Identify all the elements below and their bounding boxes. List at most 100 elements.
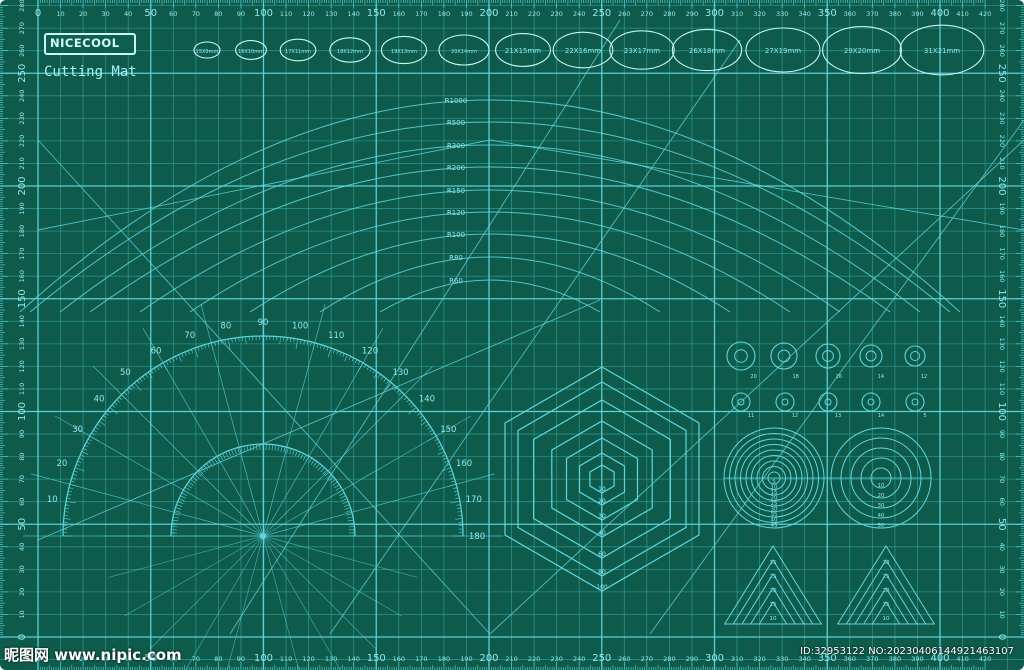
protractor-label: 80 (220, 321, 231, 331)
scale-left-label: 120 (18, 360, 26, 372)
scale-bottom-label: 200 (479, 653, 498, 664)
scale-bottom-label: 320 (753, 655, 765, 663)
protractor-label: 120 (362, 347, 378, 357)
small-circle-label: 13 (835, 413, 841, 419)
scale-bottom-label: 160 (393, 655, 405, 663)
scale-top-label: 180 (438, 10, 450, 18)
scale-top-label: 130 (325, 10, 337, 18)
hexagon-label: 80 (598, 569, 606, 576)
scale-left-label: 90 (18, 430, 26, 438)
scale-top-label: 260 (618, 10, 630, 18)
protractor-center (260, 533, 266, 539)
scale-top-label: 390 (911, 10, 923, 18)
scale-right-label: 190 (998, 202, 1006, 214)
scale-right-label: 70 (998, 475, 1006, 483)
scale-top-label: 400 (930, 8, 949, 19)
scale-bottom-label: 140 (347, 655, 359, 663)
hexagon-label: 40 (598, 530, 606, 537)
brand-name: NICECOOL (50, 36, 120, 50)
small-circle-label: 14 (878, 374, 884, 380)
scale-left-label: 80 (18, 452, 26, 460)
scale-bottom-label: 120 (302, 655, 314, 663)
scale-bottom-label: 220 (528, 655, 540, 663)
scale-left-label: 50 (17, 518, 28, 531)
scale-top-label: 250 (592, 8, 611, 19)
small-circle-label: 12 (792, 413, 798, 419)
scale-left-label: 170 (18, 247, 26, 259)
triangle-right-label: 10 (883, 616, 890, 622)
scale-bottom-label: 230 (550, 655, 562, 663)
scale-top-label: 0 (35, 8, 41, 19)
scale-top-label: 220 (528, 10, 540, 18)
scale-bottom-label: 90 (237, 655, 245, 663)
watermark-id: ID:32953122 NO:20230406144921463107 (800, 646, 1014, 657)
scale-top-label: 40 (124, 10, 132, 18)
scale-left-label: 130 (18, 338, 26, 350)
triangle-left-label: 10 (770, 616, 777, 622)
hexagon-label: 10 (598, 486, 606, 493)
scale-left-label: 190 (18, 202, 26, 214)
scale-right-label: 230 (998, 112, 1006, 124)
scale-right-label: 250 (996, 64, 1007, 83)
protractor-label: 170 (466, 495, 482, 505)
small-circle-label: 11 (748, 413, 754, 419)
scale-left-label: 230 (18, 112, 26, 124)
scale-bottom-label: 70 (192, 655, 200, 663)
scale-bottom-label: 210 (505, 655, 517, 663)
scale-top-label: 100 (254, 8, 273, 19)
protractor-label: 40 (94, 394, 105, 404)
scale-top-label: 300 (705, 8, 724, 19)
scale-bottom-label: 270 (641, 655, 653, 663)
arc-label: R60 (449, 277, 463, 285)
protractor-label: 70 (184, 331, 195, 341)
scale-left-label: 270 (18, 22, 26, 34)
small-circle-label: 16 (836, 374, 842, 380)
scale-right-label: 10 (998, 610, 1006, 618)
scale-top-label: 210 (505, 10, 517, 18)
oval-label: 22X16mm (565, 47, 601, 55)
scale-top-label: 20 (79, 10, 87, 18)
scale-top-label: 80 (214, 10, 222, 18)
oval-label: 16X10mm (238, 49, 264, 55)
scale-left-label: 240 (18, 90, 26, 102)
scale-right-label: 110 (998, 383, 1006, 395)
scale-left-label: 280 (18, 0, 26, 12)
scale-bottom-label: 110 (280, 655, 292, 663)
scale-right-label: 240 (998, 90, 1006, 102)
scale-bottom-label: 80 (214, 655, 222, 663)
scale-left-label: 60 (18, 498, 26, 506)
scale-right-label: 270 (998, 22, 1006, 34)
protractor-label: 60 (151, 347, 162, 357)
scale-left-label: 160 (18, 270, 26, 282)
scale-bottom-label: 330 (776, 655, 788, 663)
scale-right-label: 60 (998, 498, 1006, 506)
oval-label: 27X19mm (765, 47, 801, 55)
small-circle-label: 18 (793, 374, 799, 380)
scale-bottom-label: 300 (705, 653, 724, 664)
scale-left-label: 110 (18, 383, 26, 395)
scale-top-label: 270 (641, 10, 653, 18)
small-circle-label: 12 (921, 374, 927, 380)
scale-right-label: 80 (998, 452, 1006, 460)
scale-top-label: 350 (818, 8, 837, 19)
scale-left-label: 150 (17, 289, 28, 308)
scale-bottom-label: 290 (686, 655, 698, 663)
protractor-label: 110 (328, 331, 344, 341)
scale-top-label: 30 (102, 10, 110, 18)
protractor-label: 30 (72, 425, 83, 435)
protractor-label: 50 (120, 368, 131, 378)
scale-right-label: 280 (998, 0, 1006, 12)
protractor-label: 130 (392, 368, 408, 378)
hexagon-label: 20 (598, 498, 606, 505)
scale-top-label: 170 (415, 10, 427, 18)
scale-left-label: 20 (18, 588, 26, 596)
scale-top-label: 70 (192, 10, 200, 18)
scale-bottom-label: 130 (325, 655, 337, 663)
scale-right-label: 140 (998, 315, 1006, 327)
scale-top-label: 90 (237, 10, 245, 18)
scale-top-label: 200 (479, 8, 498, 19)
scale-top-label: 230 (550, 10, 562, 18)
protractor-label: 180 (469, 532, 485, 542)
scale-left-label: 40 (18, 543, 26, 551)
oval-label: 18X12mm (337, 49, 363, 55)
